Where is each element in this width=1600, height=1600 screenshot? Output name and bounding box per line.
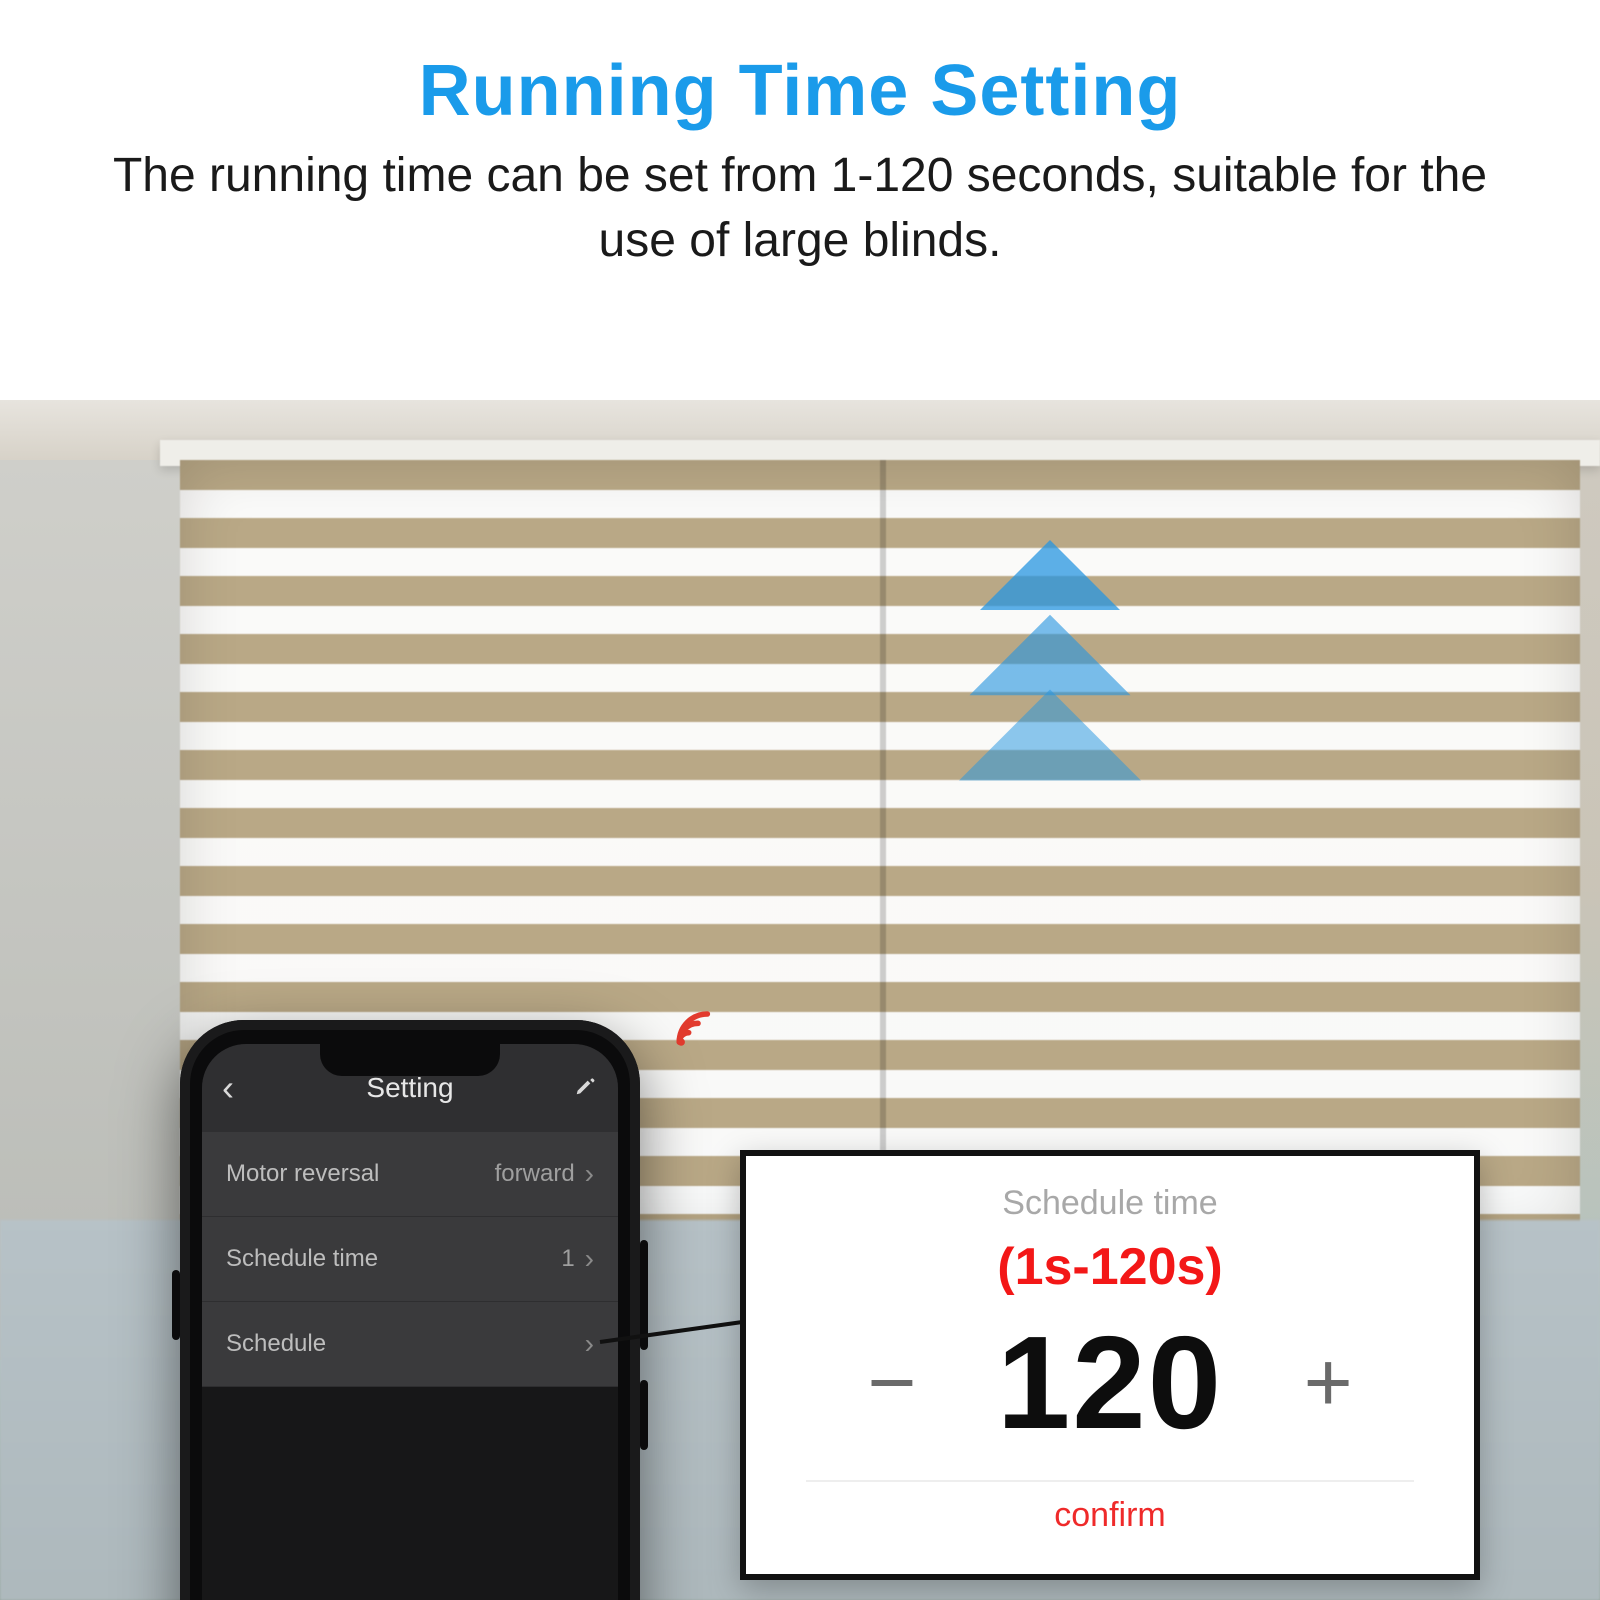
back-icon[interactable]: ‹	[222, 1067, 234, 1109]
callout-title: Schedule time	[776, 1184, 1444, 1223]
phone-side-button	[172, 1270, 180, 1340]
row-value: forward ›	[495, 1158, 594, 1190]
row-motor-reversal[interactable]: Motor reversal forward ›	[202, 1132, 618, 1217]
arrow-up-icon	[980, 540, 1120, 610]
row-value: ›	[585, 1328, 594, 1360]
wifi-icon	[670, 1000, 726, 1056]
row-label: Motor reversal	[226, 1160, 379, 1188]
appbar-title: Setting	[366, 1072, 453, 1104]
arrow-stack	[960, 540, 1140, 800]
phone-side-button	[640, 1380, 648, 1450]
row-value: 1 ›	[561, 1243, 594, 1275]
divider	[806, 1480, 1414, 1482]
chevron-right-icon: ›	[585, 1243, 594, 1275]
phone-content: ‹ Setting Motor reversal forward ›	[202, 1044, 618, 1600]
chevron-right-icon: ›	[585, 1328, 594, 1360]
phone-screen: ‹ Setting Motor reversal forward ›	[202, 1044, 618, 1600]
row-schedule-time[interactable]: Schedule time 1 ›	[202, 1217, 618, 1302]
confirm-button[interactable]: confirm	[776, 1496, 1444, 1535]
value-stepper: − 120 +	[776, 1307, 1444, 1458]
phone-notch	[320, 1044, 500, 1076]
page-title: Running Time Setting	[100, 50, 1500, 132]
page-subtitle: The running time can be set from 1-120 s…	[100, 144, 1500, 274]
header: Running Time Setting The running time ca…	[0, 0, 1600, 304]
arrow-up-icon	[970, 615, 1131, 696]
arrow-up-icon	[959, 690, 1141, 781]
increment-button[interactable]: +	[1283, 1334, 1373, 1431]
stepper-value: 120	[997, 1307, 1223, 1458]
chevron-right-icon: ›	[585, 1158, 594, 1190]
row-label: Schedule	[226, 1330, 326, 1358]
schedule-time-callout: Schedule time (1s-120s) − 120 + confirm	[740, 1150, 1480, 1580]
phone-frame: ‹ Setting Motor reversal forward ›	[180, 1020, 640, 1600]
row-label: Schedule time	[226, 1245, 378, 1273]
settings-list: Motor reversal forward › Schedule time 1…	[202, 1132, 618, 1387]
decrement-button[interactable]: −	[847, 1334, 937, 1431]
range-label: (1s-120s)	[776, 1237, 1444, 1297]
row-schedule[interactable]: Schedule ›	[202, 1302, 618, 1387]
edit-icon[interactable]	[574, 1072, 596, 1104]
